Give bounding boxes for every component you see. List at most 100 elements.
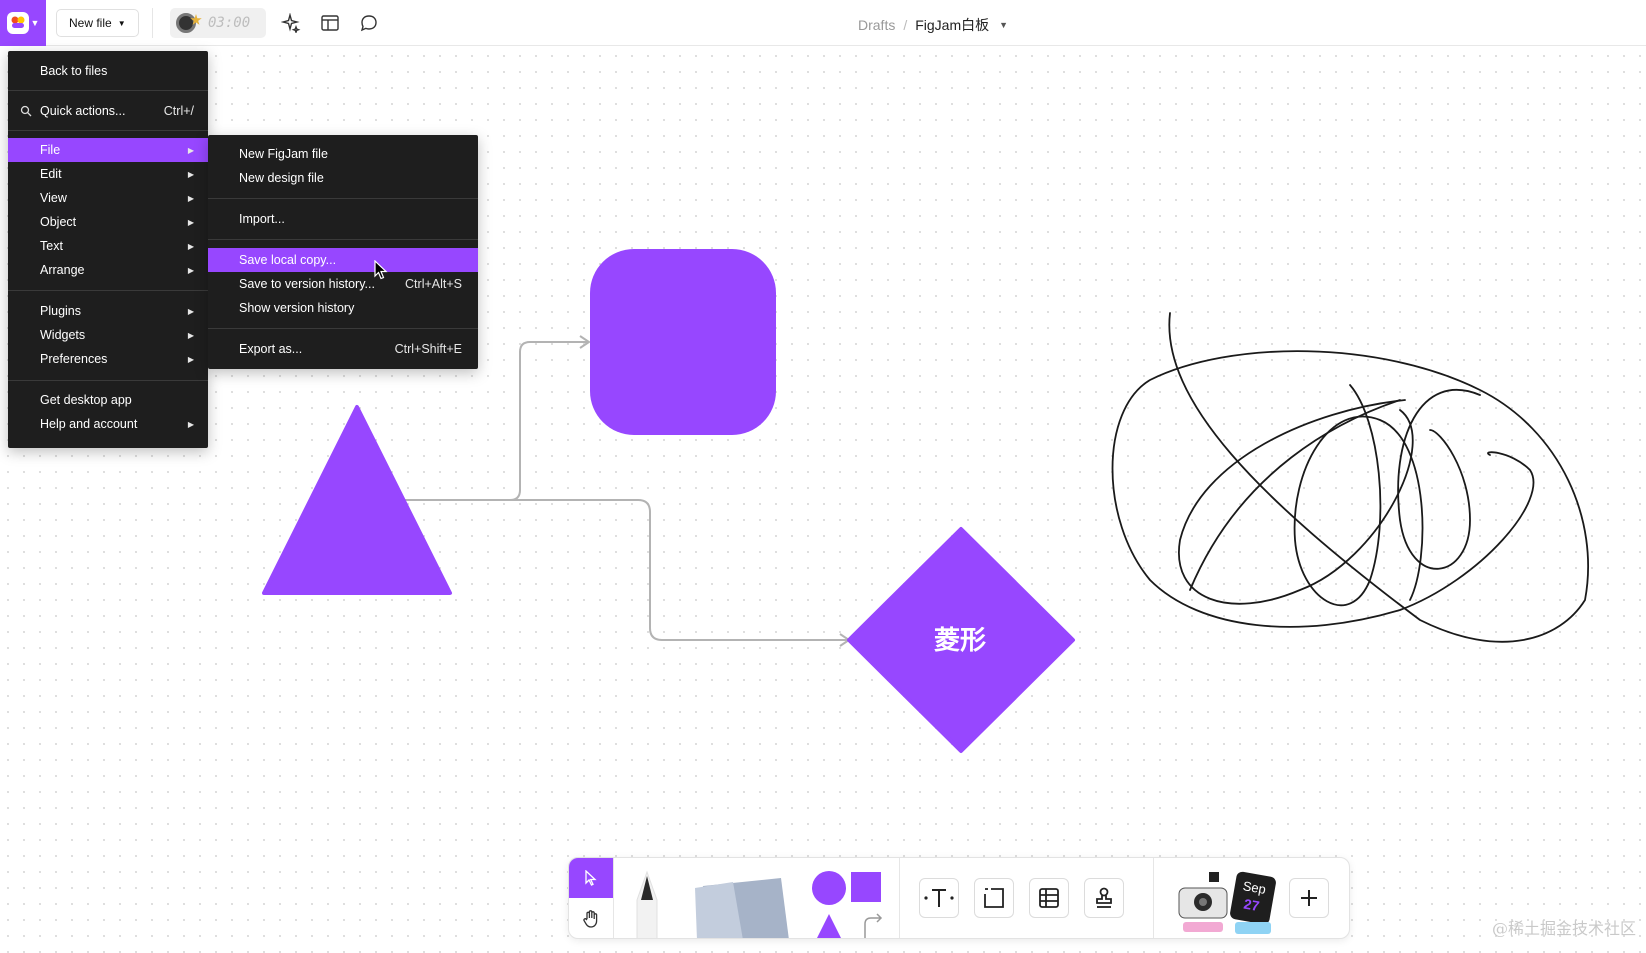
menu-item-label: Show version history — [239, 301, 355, 315]
chevron-right-icon: ▶ — [187, 217, 194, 227]
menu-item-label: Text — [40, 239, 63, 253]
menu-divider — [208, 198, 478, 199]
menu-item-get-desktop-app[interactable]: Get desktop app — [8, 388, 208, 412]
menu-item-text[interactable]: Text ▶ — [8, 234, 208, 258]
menu-item-quick-actions[interactable]: Quick actions... Ctrl+/ — [8, 99, 208, 123]
select-tool[interactable] — [569, 858, 613, 898]
menu-item-label: Save to version history... — [239, 277, 375, 291]
freehand-scribble[interactable] — [1111, 312, 1589, 643]
section-icon — [984, 888, 1004, 908]
menu-item-label: Export as... — [239, 342, 303, 356]
chevron-down-icon: ▼ — [117, 18, 126, 28]
menu-item-save-to-version-history[interactable]: Save to version history... Ctrl+Alt+S — [208, 272, 478, 296]
menu-item-label: Widgets — [40, 328, 86, 342]
menu-item-label: New design file — [239, 171, 324, 185]
stamp-icon — [1096, 887, 1112, 908]
sticky-note-tool[interactable] — [693, 872, 793, 939]
menu-item-label: Preferences — [40, 352, 108, 366]
chevron-right-icon: ▶ — [187, 330, 194, 340]
menu-divider — [208, 328, 478, 329]
divider — [1153, 858, 1154, 938]
chevron-right-icon: ▶ — [187, 193, 194, 203]
menu-item-label: Help and account — [40, 417, 138, 431]
chevron-right-icon: ▶ — [187, 169, 194, 179]
menu-item-label: Edit — [40, 167, 62, 181]
chevron-right-icon: ▶ — [187, 354, 194, 364]
ai-sparkle-icon[interactable] — [280, 12, 302, 34]
chevron-right-icon: ▶ — [187, 306, 194, 316]
menu-item-export-as[interactable]: Export as... Ctrl+Shift+E — [208, 337, 478, 361]
shortcut-label: Ctrl+Alt+S — [405, 277, 462, 291]
table-icon — [1039, 888, 1059, 908]
connector-triangle-to-diamond[interactable] — [400, 499, 848, 641]
chevron-right-icon: ▶ — [187, 241, 194, 251]
menu-item-plugins[interactable]: Plugins ▶ — [8, 299, 208, 323]
menu-item-import[interactable]: Import... — [208, 207, 478, 231]
stickers-tool[interactable]: Sep 27 — [1173, 868, 1281, 938]
main-menu-button[interactable]: ▼ — [0, 0, 46, 46]
menu-item-label: New FigJam file — [239, 147, 328, 161]
section-tool[interactable] — [974, 878, 1014, 918]
cursor-arrow-icon — [585, 870, 597, 886]
chevron-down-icon[interactable]: ▼ — [999, 20, 1008, 30]
chevron-right-icon: ▶ — [187, 265, 194, 275]
chevron-right-icon: ▶ — [187, 145, 194, 155]
text-icon — [924, 889, 954, 907]
menu-item-arrange[interactable]: Arrange ▶ — [8, 258, 208, 282]
menu-item-edit[interactable]: Edit ▶ — [8, 162, 208, 186]
file-title[interactable]: FigJam白板 — [915, 15, 989, 35]
divider — [613, 858, 614, 938]
search-icon — [20, 105, 32, 117]
menu-item-label: Save local copy... — [239, 253, 337, 267]
hand-tool[interactable] — [569, 898, 613, 938]
menu-item-new-figjam-file[interactable]: New FigJam file — [208, 142, 478, 166]
menu-item-help-and-account[interactable]: Help and account ▶ — [8, 412, 208, 436]
comment-icon[interactable] — [358, 12, 380, 34]
shortcut-label: Ctrl+Shift+E — [394, 342, 462, 356]
menu-item-label: Object — [40, 215, 77, 229]
layout-icon[interactable] — [319, 12, 341, 34]
shapes-tool[interactable] — [811, 870, 891, 939]
divider — [152, 8, 153, 38]
figjam-logo-icon — [6, 12, 29, 34]
bottom-toolbar: Sep 27 — [568, 857, 1350, 939]
diamond-label[interactable]: 菱形 — [860, 620, 1060, 657]
menu-item-file[interactable]: File ▶ — [8, 138, 208, 162]
new-file-button[interactable]: New file ▼ — [56, 9, 139, 37]
stamp-tool[interactable] — [1084, 878, 1124, 918]
menu-divider — [208, 239, 478, 240]
pen-tool[interactable] — [631, 870, 663, 939]
timer-text: 03:00 — [208, 15, 251, 31]
breadcrumb-drafts[interactable]: Drafts — [858, 17, 895, 33]
top-bar: ▼ New file ▼ 03:00 Drafts / FigJam白板 ▼ — [0, 0, 1646, 46]
menu-item-label: Quick actions... — [40, 104, 126, 118]
text-tool[interactable] — [919, 878, 959, 918]
menu-item-preferences[interactable]: Preferences ▶ — [8, 347, 208, 371]
menu-item-label: Get desktop app — [40, 393, 132, 407]
breadcrumb-separator: / — [903, 17, 908, 33]
more-tools-button[interactable] — [1289, 878, 1329, 918]
watermark: @稀土掘金技术社区 — [1491, 919, 1636, 938]
menu-item-back-to-files[interactable]: Back to files — [8, 59, 208, 83]
timer-widget[interactable]: 03:00 — [170, 8, 266, 38]
menu-item-show-version-history[interactable]: Show version history — [208, 296, 478, 320]
rounded-square-shape[interactable] — [590, 249, 776, 435]
menu-item-new-design-file[interactable]: New design file — [208, 166, 478, 190]
menu-item-widgets[interactable]: Widgets ▶ — [8, 323, 208, 347]
table-tool[interactable] — [1029, 878, 1069, 918]
menu-item-view[interactable]: View ▶ — [8, 186, 208, 210]
menu-divider — [8, 90, 208, 91]
menu-item-label: File — [40, 143, 61, 157]
chevron-down-icon: ▼ — [30, 18, 40, 28]
menu-item-label: Import... — [239, 212, 285, 226]
breadcrumb: Drafts / FigJam白板 ▼ — [858, 15, 1008, 35]
menu-divider — [8, 290, 208, 291]
timer-dial-icon — [176, 13, 196, 33]
menu-item-save-local-copy[interactable]: Save local copy... — [208, 248, 478, 272]
menu-item-label: View — [40, 191, 67, 205]
shortcut-label: Ctrl+/ — [163, 104, 194, 118]
menu-item-object[interactable]: Object ▶ — [8, 210, 208, 234]
menu-item-label: Plugins — [40, 304, 81, 318]
chevron-right-icon: ▶ — [187, 419, 194, 429]
hand-icon — [583, 910, 598, 928]
